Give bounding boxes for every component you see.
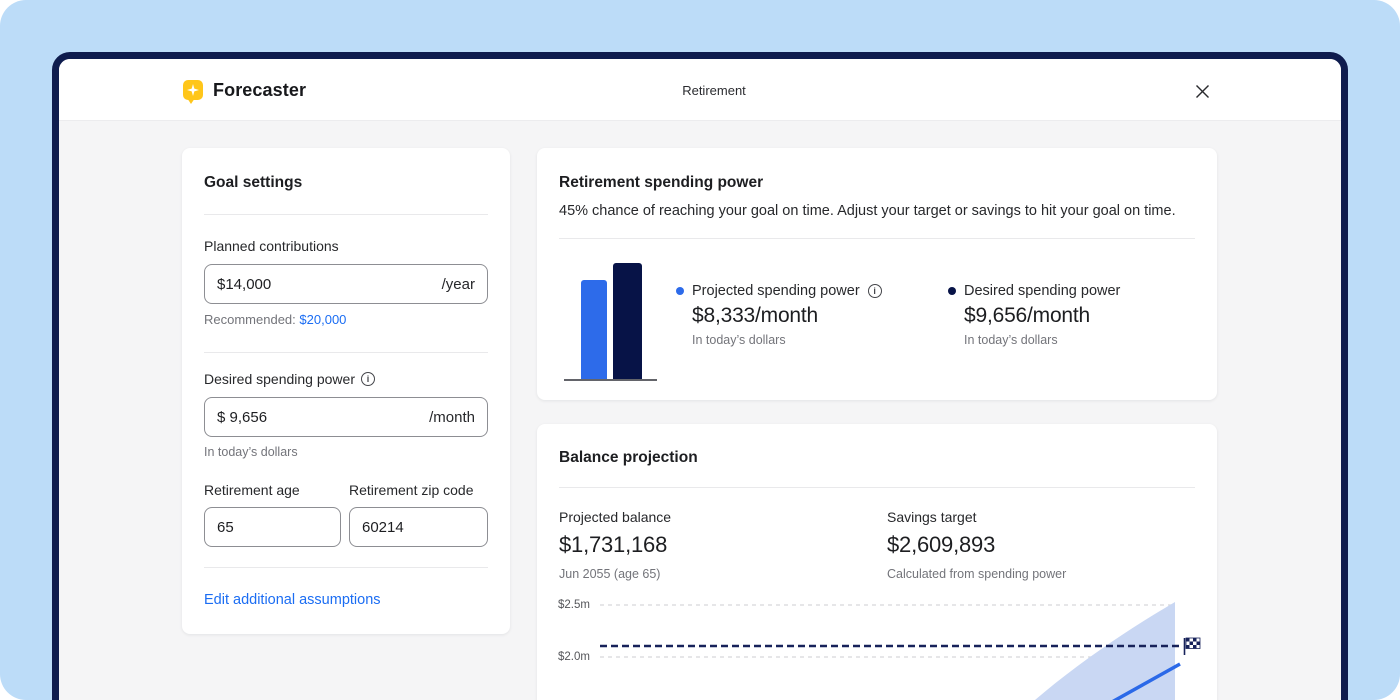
retirement-zip-label: Retirement zip code	[349, 482, 474, 498]
desired-spending-power-label-text: Desired spending power	[204, 371, 355, 387]
savings-target-stat: Savings target $2,609,893 Calculated fro…	[887, 509, 1066, 581]
planned-contributions-input-wrap: /year	[204, 264, 488, 304]
projected-spending-legend: Projected spending power i $8,333/month …	[676, 283, 882, 347]
recommended-note: Recommended: $20,000	[204, 312, 346, 327]
recommended-prefix: Recommended:	[204, 312, 296, 327]
bar-chart-baseline	[564, 379, 657, 381]
per-year-suffix: /year	[442, 276, 475, 293]
retirement-zip-input[interactable]	[362, 519, 475, 536]
close-button[interactable]	[1192, 81, 1212, 101]
desired-spending-power-input[interactable]	[217, 409, 429, 426]
forecaster-modal: Retirement Forecaster Goal settings Plan…	[52, 52, 1348, 700]
projected-bar	[581, 280, 607, 380]
page-background: Retirement Forecaster Goal settings Plan…	[0, 0, 1400, 700]
projected-balance-helper: Jun 2055 (age 65)	[559, 567, 671, 581]
app-name: Forecaster	[213, 80, 306, 101]
desired-legend-dot	[948, 287, 956, 295]
planned-contributions-label: Planned contributions	[204, 238, 339, 254]
recommended-amount-link[interactable]: $20,000	[299, 312, 346, 327]
projected-legend-label: Projected spending power	[692, 283, 860, 299]
goal-flag-icon	[1185, 638, 1201, 655]
retirement-age-input-wrap	[204, 507, 341, 547]
confidence-band	[1035, 602, 1175, 700]
balance-projection-title: Balance projection	[559, 449, 698, 467]
projected-balance-label: Projected balance	[559, 509, 671, 525]
projected-spending-helper: In today’s dollars	[676, 333, 882, 347]
balance-projection-chart	[537, 588, 1217, 700]
desired-bar	[613, 263, 642, 380]
close-icon	[1195, 84, 1210, 99]
forecaster-logo-icon	[183, 80, 203, 100]
info-icon[interactable]: i	[361, 372, 375, 386]
goal-settings-card: Goal settings Planned contributions /yea…	[182, 148, 510, 634]
projected-legend-dot	[676, 287, 684, 295]
edit-assumptions-link[interactable]: Edit additional assumptions	[204, 592, 381, 608]
desired-spending-legend: Desired spending power $9,656/month In t…	[948, 283, 1120, 347]
brand: Forecaster	[183, 59, 306, 121]
spending-power-title: Retirement spending power	[559, 174, 763, 192]
divider	[559, 238, 1195, 239]
modal-header: Retirement Forecaster	[59, 59, 1341, 121]
retirement-age-input[interactable]	[217, 519, 328, 536]
retirement-zip-input-wrap	[349, 507, 488, 547]
retirement-age-label: Retirement age	[204, 482, 300, 498]
savings-target-helper: Calculated from spending power	[887, 567, 1066, 581]
todays-dollars-helper: In today’s dollars	[204, 445, 298, 459]
modal-body: Goal settings Planned contributions /yea…	[59, 121, 1341, 700]
spending-power-subtitle: 45% chance of reaching your goal on time…	[559, 203, 1176, 219]
projected-balance-stat: Projected balance $1,731,168 Jun 2055 (a…	[559, 509, 671, 581]
savings-target-label: Savings target	[887, 509, 1066, 525]
per-month-suffix: /month	[429, 409, 475, 426]
sparkle-icon	[187, 84, 199, 96]
desired-spending-power-input-wrap: /month	[204, 397, 488, 437]
divider	[204, 567, 488, 568]
projected-balance-value: $1,731,168	[559, 532, 671, 558]
spending-power-card: Retirement spending power 45% chance of …	[537, 148, 1217, 400]
divider	[204, 352, 488, 353]
desired-legend-label: Desired spending power	[964, 283, 1120, 299]
divider	[559, 487, 1195, 488]
projected-spending-value: $8,333/month	[676, 304, 882, 328]
desired-spending-helper: In today’s dollars	[948, 333, 1120, 347]
info-icon[interactable]: i	[868, 284, 882, 298]
divider	[204, 214, 488, 215]
desired-spending-value: $9,656/month	[948, 304, 1120, 328]
savings-target-value: $2,609,893	[887, 532, 1066, 558]
desired-spending-power-label: Desired spending power i	[204, 371, 375, 387]
balance-projection-card: Balance projection Projected balance $1,…	[537, 424, 1217, 700]
planned-contributions-input[interactable]	[217, 276, 442, 293]
goal-settings-title: Goal settings	[204, 174, 302, 192]
